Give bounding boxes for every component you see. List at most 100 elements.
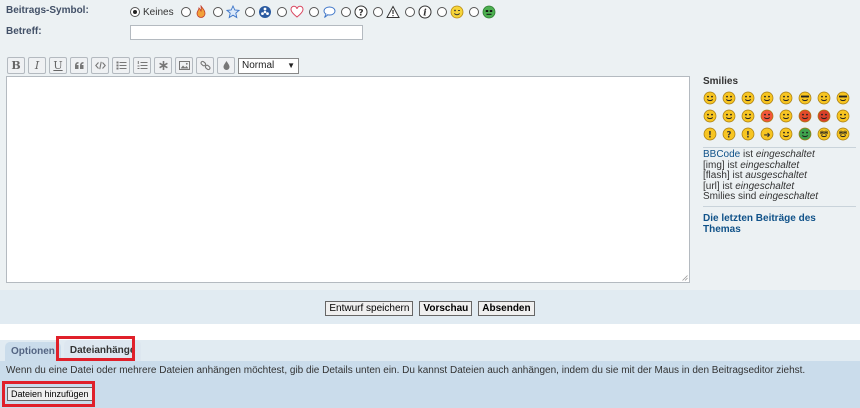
- resize-grip-icon[interactable]: [682, 275, 688, 281]
- font-size-value: Normal: [242, 60, 275, 71]
- list-button[interactable]: [112, 57, 130, 74]
- post-icon-radioactive[interactable]: [244, 5, 272, 19]
- post-icon-speech[interactable]: [308, 5, 336, 19]
- numbered-list-icon: [137, 60, 148, 71]
- color-button[interactable]: [217, 57, 235, 74]
- svg-text:i: i: [423, 9, 427, 19]
- radio-wink[interactable]: [436, 7, 447, 17]
- heart-icon: [290, 5, 304, 19]
- wink-icon: [450, 5, 464, 19]
- status-subject[interactable]: BBCode: [703, 149, 740, 160]
- radioactive-icon: [258, 5, 272, 19]
- post-icon-alien[interactable]: [468, 5, 496, 19]
- twisted-smiley-icon[interactable]: [817, 109, 831, 123]
- chevron-down-icon: ▼: [287, 61, 295, 70]
- post-icon-info[interactable]: i: [404, 5, 432, 19]
- underline-button[interactable]: U: [49, 57, 67, 74]
- highlight-box-add-files: [2, 381, 95, 407]
- cool-smiley-icon[interactable]: [798, 91, 812, 105]
- status-value: eingeschaltet: [740, 159, 800, 171]
- neutral-smiley-icon[interactable]: [722, 109, 736, 123]
- editor-toolbar: B I U Normal ▼: [7, 57, 299, 74]
- bbcode-status-list: BBCode ist eingeschaltet [img] ist einges…: [703, 149, 856, 203]
- list-item-button[interactable]: [154, 57, 172, 74]
- save-draft-button[interactable]: Entwurf speichern: [325, 300, 414, 316]
- svg-text:➜: ➜: [763, 130, 770, 140]
- evil-smiley-icon[interactable]: [798, 109, 812, 123]
- smile-smiley-icon[interactable]: [722, 91, 736, 105]
- arrow-smiley-icon[interactable]: ➜: [760, 127, 774, 141]
- post-icon-heart[interactable]: [276, 5, 304, 19]
- preview-button[interactable]: Vorschau: [419, 300, 473, 316]
- speech-bubble-icon: [322, 5, 336, 19]
- rolling-eyes-smiley-icon[interactable]: [836, 109, 850, 123]
- radio-alien[interactable]: [468, 7, 479, 17]
- post-icon-star[interactable]: [212, 5, 240, 19]
- warning-icon: [385, 5, 400, 19]
- tongue-smiley-icon[interactable]: [703, 109, 717, 123]
- confused-smiley-icon[interactable]: [817, 91, 831, 105]
- post-icon-question[interactable]: ?: [340, 5, 368, 19]
- happy-smiley-icon[interactable]: [760, 91, 774, 105]
- link-button[interactable]: [196, 57, 214, 74]
- question-smiley-icon[interactable]: ?: [722, 127, 736, 141]
- divider: [703, 147, 856, 148]
- idea-smiley-icon[interactable]: !: [741, 127, 755, 141]
- laughing-smiley-icon[interactable]: [703, 91, 717, 105]
- angry-smiley-icon[interactable]: [760, 109, 774, 123]
- radio-warning[interactable]: [372, 7, 383, 17]
- status-subject: [flash]: [703, 170, 730, 181]
- mr-green-smiley-icon[interactable]: [798, 127, 812, 141]
- sunglasses-smiley-icon[interactable]: [836, 91, 850, 105]
- highlight-box-tab: [56, 336, 135, 361]
- svg-text:!: !: [746, 130, 750, 140]
- radio-info[interactable]: [404, 7, 415, 17]
- code-icon: [94, 60, 106, 71]
- uber-geek-smiley-icon[interactable]: [836, 127, 850, 141]
- font-size-select[interactable]: Normal ▼: [238, 57, 299, 74]
- subject-input[interactable]: [130, 25, 363, 40]
- radio-speech[interactable]: [308, 7, 319, 17]
- last-posts-link[interactable]: Die letzten Beiträge des Themas: [703, 213, 856, 235]
- post-icon-warning[interactable]: [372, 5, 400, 19]
- status-value: eingeschaltet: [759, 191, 819, 202]
- embarrassed-smiley-icon[interactable]: [779, 109, 793, 123]
- bold-button[interactable]: B: [7, 57, 25, 74]
- shocked-smiley-icon[interactable]: [779, 91, 793, 105]
- geek-smiley-icon[interactable]: [817, 127, 831, 141]
- status-subject: [img]: [703, 159, 725, 171]
- message-editor[interactable]: [6, 76, 690, 283]
- italic-button[interactable]: I: [28, 57, 46, 74]
- submit-button[interactable]: Absenden: [478, 300, 535, 316]
- radio-heart[interactable]: [276, 7, 287, 17]
- fire-icon: [194, 5, 208, 19]
- link-icon: [199, 60, 211, 71]
- post-icon-fire[interactable]: [180, 5, 208, 19]
- radio-star[interactable]: [212, 7, 223, 17]
- tab-options[interactable]: Optionen: [5, 342, 61, 361]
- bullet-list-icon: [116, 60, 127, 71]
- status-subject: Smilies: [703, 191, 736, 202]
- numbered-list-button[interactable]: [133, 57, 151, 74]
- neutral-face-smiley-icon[interactable]: [779, 127, 793, 141]
- post-icon-none[interactable]: Keines: [130, 7, 176, 18]
- radio-fire[interactable]: [180, 7, 191, 17]
- question-icon: ?: [354, 5, 368, 19]
- radio-question[interactable]: [340, 7, 351, 17]
- editor-sidebar: Smilies !?! ➜ BBCode ist eingeschaltet [im…: [703, 76, 856, 235]
- radio-radioactive[interactable]: [244, 7, 255, 17]
- quote-button[interactable]: [70, 57, 88, 74]
- svg-text:?: ?: [358, 8, 363, 18]
- subject-label: Betreff:: [6, 26, 42, 37]
- status-verb: ist: [724, 159, 741, 171]
- sad-smiley-icon[interactable]: [741, 109, 755, 123]
- image-button[interactable]: [175, 57, 193, 74]
- post-icon-wink[interactable]: [436, 5, 464, 19]
- divider: [703, 205, 856, 207]
- radio-none[interactable]: [130, 7, 140, 17]
- status-verb: ist: [740, 149, 756, 160]
- exclamation-smiley-icon[interactable]: !: [703, 127, 717, 141]
- code-button[interactable]: [91, 57, 109, 74]
- quote-icon: [74, 60, 85, 71]
- wink-smiley-icon[interactable]: [741, 91, 755, 105]
